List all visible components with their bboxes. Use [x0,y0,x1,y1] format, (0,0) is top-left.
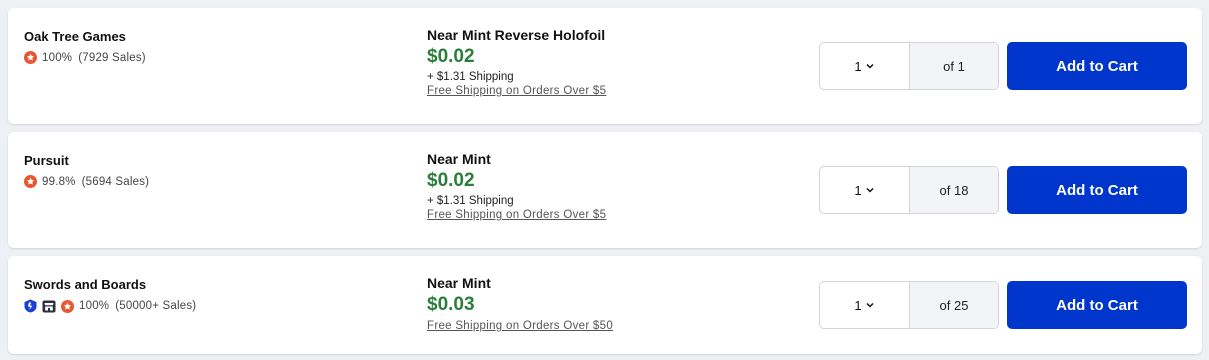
chevron-down-icon [865,300,875,310]
add-to-cart-button[interactable]: Add to Cart [1007,281,1187,329]
quantity-select[interactable]: 1 [820,43,910,89]
seller-rating: 100% (50000+ Sales) [24,299,196,313]
seller-sales-count: (50000+ Sales) [115,300,197,312]
seller-rating-percent: 100% [79,300,110,312]
add-to-cart-button[interactable]: Add to Cart [1007,42,1187,90]
quantity-available: of 25 [910,282,998,328]
shipping-cost: + $1.31 Shipping [427,195,514,207]
seller-name[interactable]: Swords and Boards [24,277,196,293]
quantity-available: of 18 [910,167,998,213]
quantity-control: 1 of 25 [819,281,999,329]
seller-rating: 100% (7929 Sales) [24,51,146,64]
gold-star-icon [24,175,37,188]
quantity-value: 1 [854,58,862,74]
price: $0.03 [427,294,475,315]
quantity-select[interactable]: 1 [820,167,910,213]
free-shipping-link[interactable]: Free Shipping on Orders Over $50 [427,320,613,332]
gold-star-icon [61,299,74,313]
condition-label: Near Mint [427,151,491,167]
shipping-cost: + $1.31 Shipping [427,71,514,83]
quantity-select[interactable]: 1 [820,282,910,328]
seller-sales-count: (5694 Sales) [81,175,150,188]
add-to-cart-button[interactable]: Add to Cart [1007,166,1187,214]
listing-card: Pursuit 99.8% (5694 Sales) Near Mint $0.… [8,132,1202,248]
listing-card: Oak Tree Games 100% (7929 Sales) Near Mi… [8,8,1202,124]
seller-name[interactable]: Oak Tree Games [24,29,146,45]
listing-details: Near Mint $0.02 + $1.31 Shipping Free Sh… [427,151,606,221]
free-shipping-link[interactable]: Free Shipping on Orders Over $5 [427,85,606,97]
chevron-down-icon [865,61,875,71]
quantity-available: of 1 [910,43,998,89]
chevron-down-icon [865,185,875,195]
seller-info: Swords and Boards 100% (50000+ Sales) [24,277,196,313]
seller-info: Pursuit 99.8% (5694 Sales) [24,153,149,188]
quantity-value: 1 [854,182,862,198]
seller-rating-percent: 99.8% [42,175,76,188]
free-shipping-link[interactable]: Free Shipping on Orders Over $5 [427,209,606,221]
price: $0.02 [427,170,475,191]
seller-rating-percent: 100% [42,51,73,64]
listing-details: Near Mint Reverse Holofoil $0.02 + $1.31… [427,27,606,97]
quantity-control: 1 of 18 [819,166,999,214]
direct-icon [24,299,37,313]
quantity-control: 1 of 1 [819,42,999,90]
store-icon [42,300,56,313]
condition-label: Near Mint [427,275,491,291]
seller-sales-count: (7929 Sales) [78,51,146,64]
listing-details: Near Mint $0.03 Free Shipping on Orders … [427,275,613,332]
gold-star-icon [24,51,37,64]
price: $0.02 [427,46,475,67]
condition-label: Near Mint Reverse Holofoil [427,27,606,43]
seller-name[interactable]: Pursuit [24,153,149,169]
listing-card: Swords and Boards 100% (50000+ Sales) Ne… [8,256,1202,354]
seller-info: Oak Tree Games 100% (7929 Sales) [24,29,146,64]
quantity-value: 1 [854,297,862,313]
seller-rating: 99.8% (5694 Sales) [24,175,149,188]
